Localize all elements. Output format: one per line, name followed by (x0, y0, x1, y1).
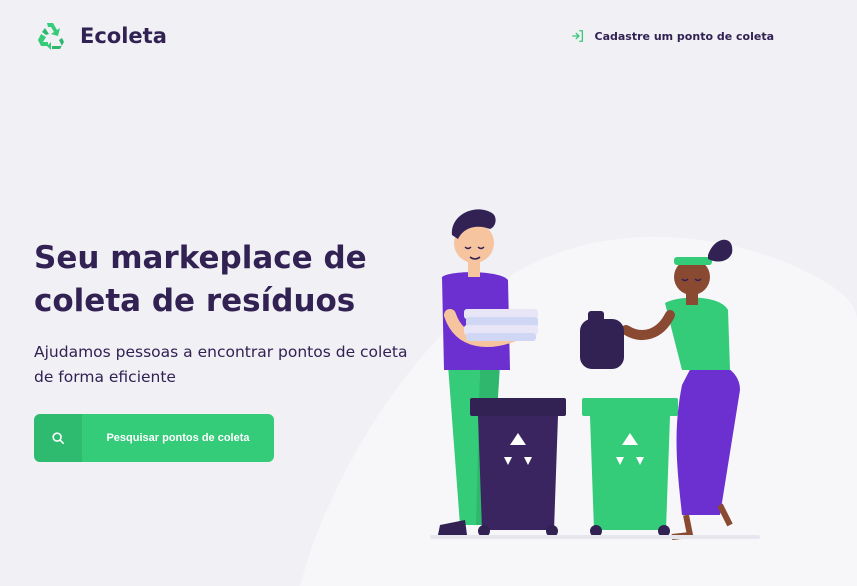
page-description: Ajudamos pessoas a encontrar pontos de c… (34, 343, 408, 386)
ground-line (430, 535, 760, 539)
header: Ecoleta Cadastre um ponto de coleta (34, 20, 774, 54)
recycle-icon (38, 23, 64, 50)
search-button-label: Pesquisar pontos de coleta (106, 432, 250, 444)
recycling-illustration (430, 209, 760, 540)
register-link-label: Cadastre um ponto de coleta (594, 29, 775, 43)
search-icon-box (34, 414, 82, 462)
login-icon (571, 30, 583, 42)
brand-name: Ecoleta (80, 24, 167, 48)
search-icon (52, 432, 65, 445)
search-points-button[interactable]: Pesquisar pontos de coleta (34, 414, 274, 462)
register-point-link[interactable]: Cadastre um ponto de coleta (571, 29, 775, 43)
logo[interactable]: Ecoleta (34, 20, 167, 52)
dark-bin (470, 398, 566, 537)
page-title: Seu markeplace de coleta de resíduos (34, 240, 367, 319)
green-bin (582, 398, 678, 537)
